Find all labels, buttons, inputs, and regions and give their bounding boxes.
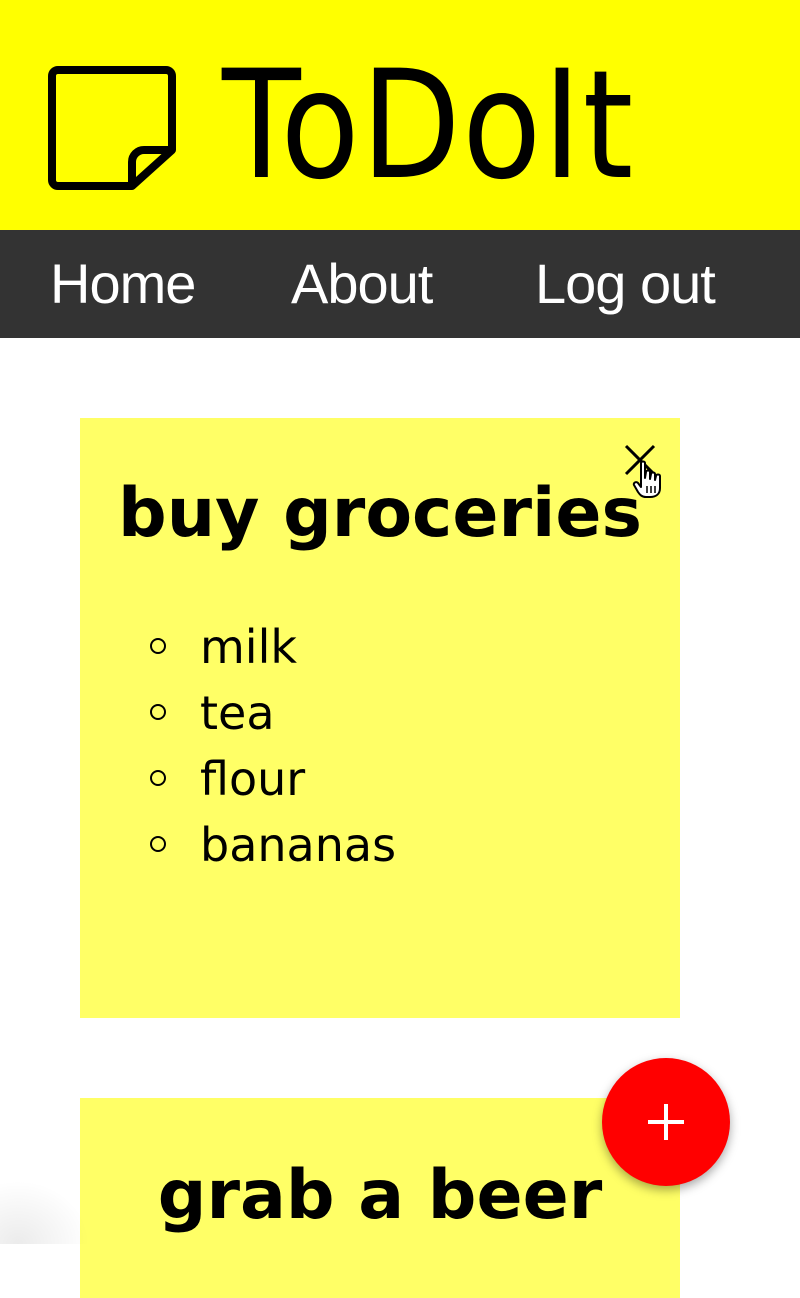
app-header: ToDoIt [0,0,800,230]
list-item: flour [148,746,396,812]
list-item: milk [148,614,396,680]
sticky-note-icon [48,66,176,190]
nav-about-link[interactable]: About [291,230,433,338]
note-card: grab a beer [80,1098,680,1298]
app-title: ToDoIt [222,39,636,213]
nav-home-link[interactable]: Home [50,230,196,338]
list-item-label: tea [200,686,275,740]
note-title: grab a beer [157,1156,603,1235]
list-item-label: flour [200,752,306,806]
navbar: Home About Log out [0,230,800,338]
plus-icon [648,1104,684,1140]
list-item: tea [148,680,396,746]
note-item-list: milk tea flour bananas [148,614,396,878]
note-title: buy groceries [118,474,642,553]
note-card: buy groceries milk tea flour bananas [80,418,680,1018]
list-item-label: milk [200,620,298,674]
bullet-icon [150,836,166,852]
list-item: bananas [148,812,396,878]
add-note-button[interactable] [602,1058,730,1186]
bullet-icon [150,770,166,786]
list-item-label: bananas [200,818,397,872]
scroll-shadow [0,1180,90,1244]
nav-logout-link[interactable]: Log out [535,230,716,338]
bullet-icon [150,638,166,654]
bullet-icon [150,704,166,720]
